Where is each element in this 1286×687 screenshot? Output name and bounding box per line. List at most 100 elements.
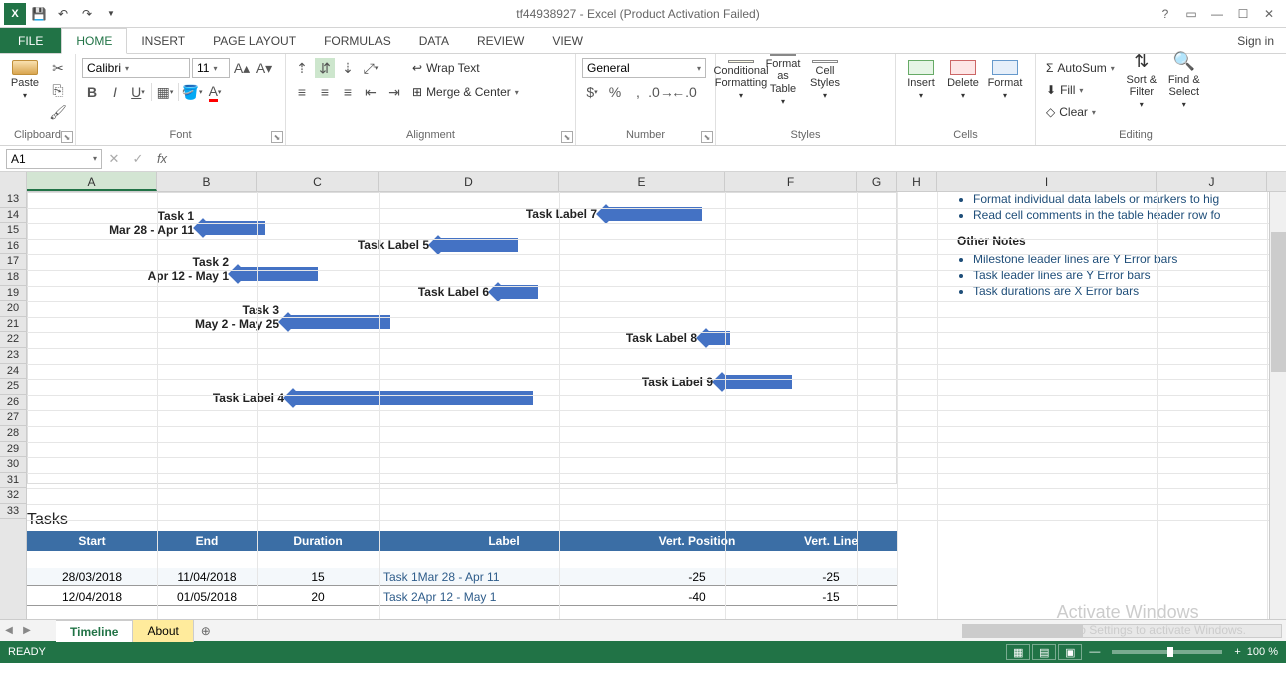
zoom-in-icon[interactable]: + — [1234, 646, 1240, 658]
view-page-layout-icon[interactable]: ▤ — [1032, 644, 1056, 660]
column-header[interactable]: A — [27, 172, 157, 191]
row-header[interactable]: 20 — [0, 301, 26, 317]
autosum-button[interactable]: Σ AutoSum▾ — [1042, 58, 1119, 78]
sheet-tab-timeline[interactable]: Timeline — [56, 620, 133, 642]
tab-insert[interactable]: INSERT — [127, 28, 199, 53]
fill-button[interactable]: ⬇ Fill▾ — [1042, 80, 1119, 100]
save-icon[interactable]: 💾 — [28, 3, 50, 25]
align-left-icon[interactable]: ≡ — [292, 82, 312, 102]
zoom-out-icon[interactable]: — — [1089, 646, 1100, 658]
row-header[interactable]: 26 — [0, 395, 26, 411]
align-top-icon[interactable]: ⇡ — [292, 58, 312, 78]
ribbon-display-icon[interactable]: ▭ — [1180, 4, 1202, 24]
paste-button[interactable]: Paste ▾ — [6, 58, 44, 102]
gantt-bar[interactable] — [438, 238, 518, 252]
qat-customize-icon[interactable]: ▼ — [100, 3, 122, 25]
delete-cells-button[interactable]: Delete▾ — [944, 58, 982, 102]
undo-icon[interactable]: ↶ — [52, 3, 74, 25]
column-headers[interactable]: ABCDEFGHIJ — [27, 172, 1286, 192]
sort-filter-button[interactable]: ⇅Sort & Filter▾ — [1123, 58, 1161, 102]
close-icon[interactable]: ✕ — [1258, 4, 1280, 24]
minimize-icon[interactable]: — — [1206, 4, 1228, 24]
column-header[interactable]: F — [725, 172, 857, 191]
format-painter-icon[interactable]: 🖌 — [48, 102, 68, 122]
enter-formula-icon[interactable]: ✓ — [126, 149, 150, 169]
maximize-icon[interactable]: ☐ — [1232, 4, 1254, 24]
view-page-break-icon[interactable]: ▣ — [1058, 644, 1082, 660]
tab-file[interactable]: FILE — [0, 28, 61, 53]
alignment-launcher-icon[interactable]: ⬊ — [561, 131, 573, 143]
underline-icon[interactable]: U▾ — [128, 82, 148, 102]
orientation-icon[interactable]: ⤢▾ — [361, 58, 381, 78]
new-sheet-icon[interactable]: ⊕ — [194, 624, 218, 638]
column-header[interactable]: E — [559, 172, 725, 191]
column-header[interactable]: H — [897, 172, 937, 191]
row-header[interactable]: 29 — [0, 442, 26, 458]
column-header[interactable]: C — [257, 172, 379, 191]
shrink-font-icon[interactable]: A▾ — [254, 58, 274, 78]
indent-decrease-icon[interactable]: ⇤ — [361, 82, 381, 102]
name-box[interactable]: A1▾ — [6, 149, 102, 169]
copy-icon[interactable]: ⎘ — [48, 80, 68, 100]
sheet-nav-prev-icon[interactable]: ▶ — [18, 625, 36, 636]
row-header[interactable]: 24 — [0, 364, 26, 380]
font-launcher-icon[interactable]: ⬊ — [271, 131, 283, 143]
row-header[interactable]: 14 — [0, 208, 26, 224]
row-header[interactable]: 28 — [0, 426, 26, 442]
borders-icon[interactable]: ▦▾ — [155, 82, 175, 102]
signin-link[interactable]: Sign in — [1225, 28, 1286, 53]
align-middle-icon[interactable]: ⇵ — [315, 58, 335, 78]
percent-icon[interactable]: % — [605, 82, 625, 102]
merge-center-button[interactable]: ⊞ Merge & Center▾ — [408, 82, 523, 102]
wrap-text-button[interactable]: ↩ Wrap Text — [408, 58, 523, 78]
bold-icon[interactable]: B — [82, 82, 102, 102]
column-header[interactable]: J — [1157, 172, 1267, 191]
redo-icon[interactable]: ↷ — [76, 3, 98, 25]
font-color-icon[interactable]: A▾ — [205, 82, 225, 102]
row-header[interactable]: 30 — [0, 457, 26, 473]
row-header[interactable]: 33 — [0, 504, 26, 520]
format-as-table-button[interactable]: Format as Table▾ — [764, 58, 802, 102]
row-header[interactable]: 22 — [0, 332, 26, 348]
tab-pagelayout[interactable]: PAGE LAYOUT — [199, 28, 310, 53]
decrease-decimal-icon[interactable]: ←.0 — [674, 82, 694, 102]
align-right-icon[interactable]: ≡ — [338, 82, 358, 102]
column-header[interactable]: D — [379, 172, 559, 191]
formula-input[interactable] — [174, 149, 1286, 169]
row-header[interactable]: 18 — [0, 270, 26, 286]
row-header[interactable]: 31 — [0, 473, 26, 489]
view-normal-icon[interactable]: ▦ — [1006, 644, 1030, 660]
row-header[interactable]: 21 — [0, 317, 26, 333]
gantt-bar[interactable] — [606, 207, 702, 221]
row-header[interactable]: 32 — [0, 488, 26, 504]
number-format-combo[interactable]: General▾ — [582, 58, 706, 78]
help-icon[interactable]: ? — [1154, 4, 1176, 24]
vertical-scrollbar[interactable] — [1269, 192, 1286, 619]
tab-home[interactable]: HOME — [61, 28, 127, 54]
fx-icon[interactable]: fx — [150, 149, 174, 169]
row-header[interactable]: 25 — [0, 379, 26, 395]
column-header[interactable]: G — [857, 172, 897, 191]
clipboard-launcher-icon[interactable]: ⬊ — [61, 131, 73, 143]
find-select-button[interactable]: 🔍Find & Select▾ — [1165, 58, 1203, 102]
italic-icon[interactable]: I — [105, 82, 125, 102]
font-size-combo[interactable]: 11▾ — [192, 58, 230, 78]
conditional-formatting-button[interactable]: Conditional Formatting▾ — [722, 58, 760, 102]
fill-color-icon[interactable]: 🪣▾ — [182, 82, 202, 102]
horizontal-scrollbar[interactable] — [218, 624, 1286, 638]
cell-styles-button[interactable]: Cell Styles▾ — [806, 58, 844, 102]
row-headers[interactable]: 1314151617181920212223242526272829303132… — [0, 172, 27, 619]
row-header[interactable]: 17 — [0, 254, 26, 270]
column-header[interactable]: I — [937, 172, 1157, 191]
gantt-bar[interactable] — [293, 391, 533, 405]
number-launcher-icon[interactable]: ⬊ — [701, 131, 713, 143]
cancel-formula-icon[interactable]: ✕ — [102, 149, 126, 169]
align-bottom-icon[interactable]: ⇣ — [338, 58, 358, 78]
cut-icon[interactable]: ✂ — [48, 58, 68, 78]
worksheet-grid[interactable]: 1314151617181920212223242526272829303132… — [0, 172, 1286, 619]
gantt-bar[interactable] — [498, 285, 538, 299]
indent-increase-icon[interactable]: ⇥ — [384, 82, 404, 102]
tab-view[interactable]: VIEW — [538, 28, 597, 53]
cells-area[interactable]: Task 1Mar 28 - Apr 11Task 2Apr 12 - May … — [27, 192, 1269, 619]
comma-icon[interactable]: , — [628, 82, 648, 102]
